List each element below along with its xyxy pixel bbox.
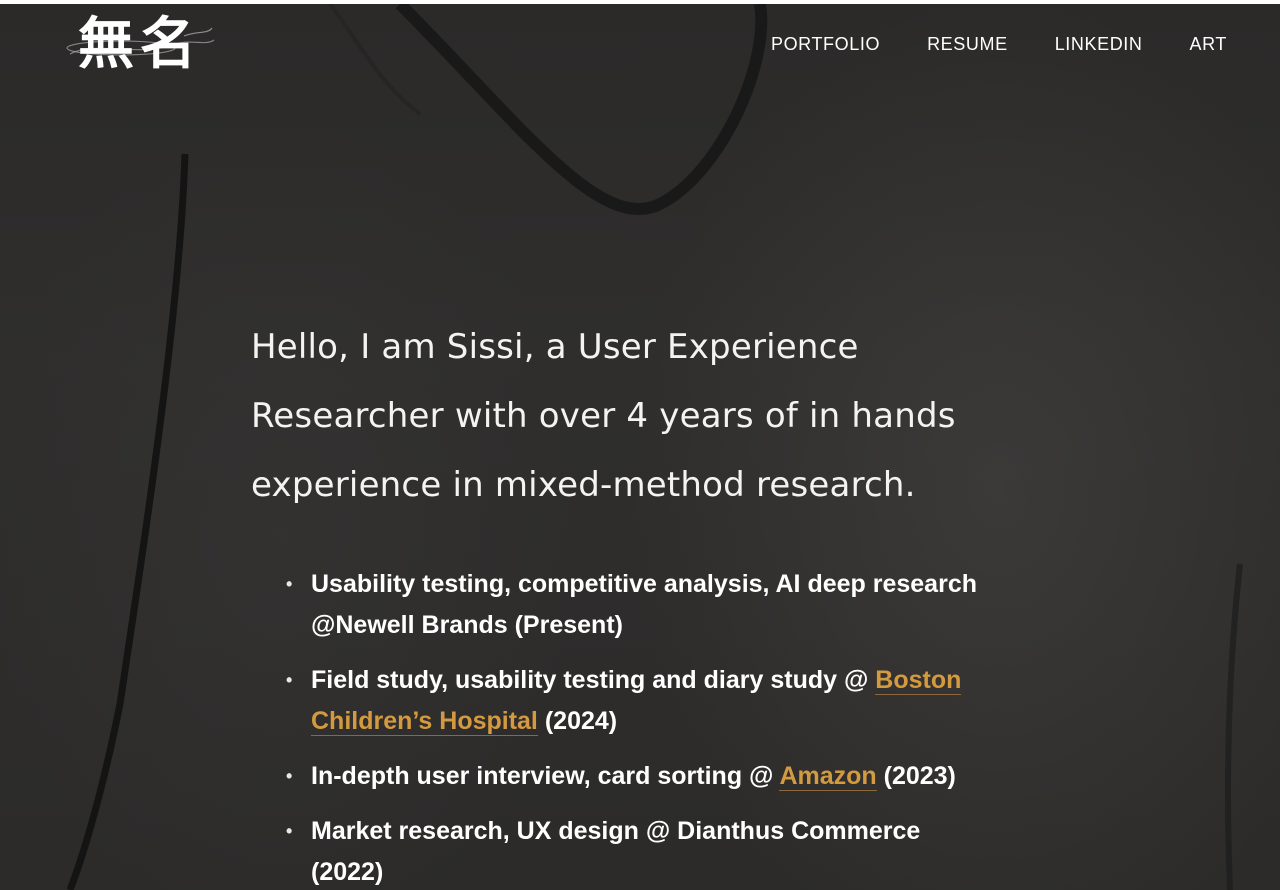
experience-item-line1: Usability testing, competitive analysis,… (311, 570, 977, 598)
boston-childrens-link-part1[interactable]: Boston (875, 666, 962, 695)
experience-item-line1: Market research, UX design @ Dianthus Co… (311, 817, 921, 845)
bullet-icon: • (286, 766, 293, 786)
page: 無名 PORTFOLIO RESUME LINKEDIN ART Hello, … (0, 4, 1280, 890)
bullet-icon: • (286, 574, 293, 594)
nav-item-resume[interactable]: RESUME (927, 31, 1008, 57)
experience-item-dianthus: • Market research, UX design @ Dianthus … (286, 811, 1046, 890)
bullet-icon: • (286, 670, 293, 690)
top-navigation-bar: 無名 PORTFOLIO RESUME LINKEDIN ART (0, 4, 1280, 84)
experience-item-newell: • Usability testing, competitive analysi… (286, 564, 1046, 646)
experience-item-text: Field study, usability testing and diary… (311, 666, 876, 694)
main-nav: PORTFOLIO RESUME LINKEDIN ART (771, 31, 1227, 57)
amazon-link[interactable]: Amazon (779, 762, 877, 791)
intro-line-3: experience in mixed-method research. (251, 465, 916, 505)
nav-item-portfolio[interactable]: PORTFOLIO (771, 31, 880, 57)
logo-text: 無名 (78, 11, 202, 77)
bullet-icon: • (286, 821, 293, 841)
intro-line-2: Researcher with over 4 years of in hands (251, 396, 956, 436)
nav-item-linkedin[interactable]: LINKEDIN (1055, 31, 1143, 57)
boston-childrens-link-part2[interactable]: Children’s Hospital (311, 707, 538, 736)
intro-heading: Hello, I am Sissi, a User Experience Res… (251, 313, 1031, 520)
experience-item-line2: @Newell Brands (Present) (311, 611, 623, 639)
experience-item-boston-childrens: • Field study, usability testing and dia… (286, 660, 1046, 742)
experience-item-line2: (2022) (311, 858, 384, 886)
site-logo[interactable]: 無名 (66, 6, 218, 84)
experience-item-amazon: • In-depth user interview, card sorting … (286, 756, 1046, 797)
experience-list: • Usability testing, competitive analysi… (286, 564, 1046, 890)
experience-item-year: (2023) (876, 762, 956, 790)
nav-item-art[interactable]: ART (1190, 31, 1227, 57)
intro-line-1: Hello, I am Sissi, a User Experience (251, 327, 859, 367)
experience-item-text: In-depth user interview, card sorting @ (311, 762, 780, 790)
experience-item-year: (2024) (537, 707, 618, 735)
